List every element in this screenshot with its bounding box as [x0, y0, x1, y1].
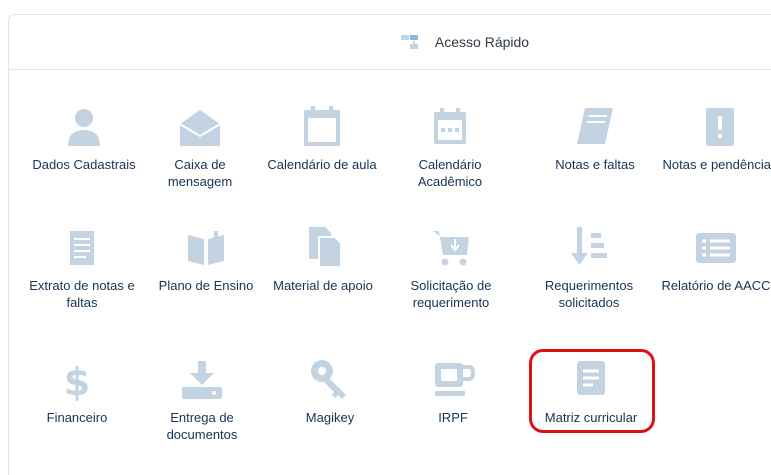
tile-label: Calendário de aula [267, 157, 377, 172]
tile-notas-e-pendencias[interactable]: Notas e pendências [661, 104, 771, 173]
tile-label: IRPF [438, 410, 468, 425]
tile-calendario-de-aula[interactable]: Calendário de aula [263, 104, 381, 173]
svg-text:$: $ [64, 360, 90, 401]
tile-label: Magikey [305, 410, 355, 425]
tile-relatorio-de-aacc[interactable]: Relatório de AACC [657, 225, 771, 294]
tile-label: Entrega de documentos [166, 410, 238, 442]
open-book-icon [188, 231, 224, 265]
header-title: Acesso Rápido [434, 34, 530, 50]
quick-access-header: Acesso Rápido [9, 15, 771, 70]
document-lines-icon [577, 361, 605, 395]
sort-list-icon [571, 227, 607, 265]
calendar-icon [304, 106, 340, 146]
tile-requerimentos-solicitados[interactable]: Requerimentos solicitados [530, 225, 648, 311]
download-tray-icon [182, 361, 222, 399]
calendar-dots-icon [434, 108, 466, 144]
tile-material-de-apoio[interactable]: Material de apoio [264, 225, 382, 294]
book-icon [577, 108, 613, 144]
tile-label: Material de apoio [273, 278, 373, 293]
cart-icon [433, 231, 469, 266]
document-list-icon [70, 231, 94, 265]
tile-financeiro[interactable]: $ Financeiro [18, 357, 136, 426]
tile-label: Financeiro [46, 410, 108, 425]
tile-extrato-de-notas[interactable]: Extrato de notas e faltas [23, 225, 141, 311]
tile-label: Matriz curricular [544, 410, 638, 425]
tile-label: Extrato de notas e faltas [29, 278, 135, 310]
sitemap-icon [400, 35, 418, 49]
envelope-icon [179, 110, 221, 146]
tile-dados-cadastrais[interactable]: Dados Cadastrais [25, 104, 143, 173]
header-title-group: Acesso Rápido [400, 34, 530, 50]
tile-magikey[interactable]: Magikey [271, 357, 389, 426]
cup-icon [435, 363, 475, 396]
clipboard-alert-icon [706, 108, 734, 146]
key-icon [311, 360, 346, 399]
tile-label: Relatório de AACC [661, 278, 771, 293]
tile-label: Caixa de mensagem [167, 157, 233, 189]
list-card-icon [696, 233, 736, 263]
tile-label: Notas e faltas [555, 157, 635, 172]
tile-label: Dados Cadastrais [32, 157, 136, 172]
files-icon [309, 227, 342, 268]
tile-matriz-curricular[interactable]: Matriz curricular [532, 357, 650, 426]
tile-label: Requerimentos solicitados [544, 278, 634, 310]
tile-irpf[interactable]: IRPF [394, 357, 512, 426]
tile-label: Notas e pendências [662, 157, 771, 172]
tile-solicitacao-de-requerimento[interactable]: Solicitação de requerimento [392, 225, 510, 311]
tile-label: Plano de Ensino [158, 278, 254, 293]
tile-plano-de-ensino[interactable]: Plano de Ensino [147, 225, 265, 294]
user-icon [68, 109, 100, 146]
tile-entrega-de-documentos[interactable]: Entrega de documentos [143, 357, 261, 443]
tile-calendario-academico[interactable]: Calendário Acadêmico [391, 104, 509, 190]
tile-caixa-de-mensagem[interactable]: Caixa de mensagem [141, 104, 259, 190]
tile-label: Solicitação de requerimento [410, 278, 492, 310]
tile-label: Calendário Acadêmico [417, 157, 483, 189]
dollar-icon: $ [64, 360, 90, 401]
tile-notas-e-faltas[interactable]: Notas e faltas [536, 104, 654, 173]
